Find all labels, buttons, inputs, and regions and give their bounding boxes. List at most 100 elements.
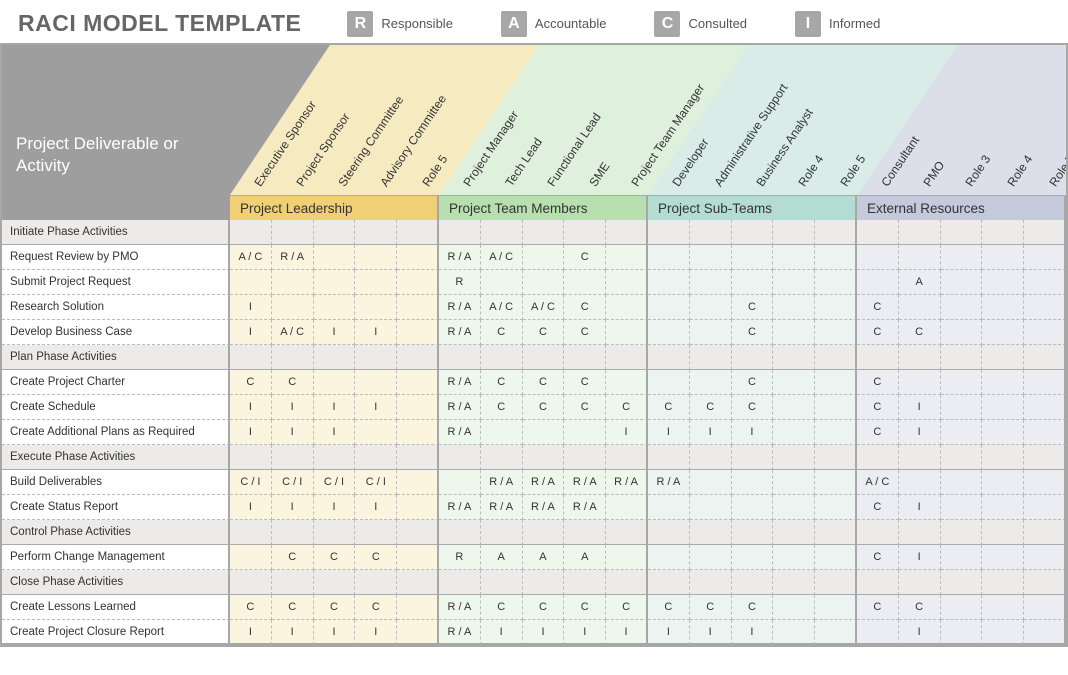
raci-cell	[606, 545, 648, 570]
raci-cell	[397, 545, 439, 570]
raci-cell	[606, 270, 648, 295]
raci-cell	[982, 420, 1024, 445]
raci-cell	[941, 520, 983, 545]
raci-cell: C	[523, 595, 565, 620]
raci-cell	[1024, 220, 1066, 245]
raci-cell	[899, 220, 941, 245]
data-row: Submit Project RequestRA	[2, 270, 1066, 295]
raci-cell	[1024, 445, 1066, 470]
raci-cell	[564, 345, 606, 370]
raci-cell: C	[899, 595, 941, 620]
raci-cell: I	[899, 545, 941, 570]
raci-cell: I	[314, 320, 356, 345]
raci-cell	[481, 345, 523, 370]
data-row: Create Lessons LearnedCCCCR / ACCCCCCCCC	[2, 595, 1066, 620]
raci-cell	[606, 570, 648, 595]
activity-label: Create Additional Plans as Required	[2, 420, 230, 445]
raci-cell	[941, 295, 983, 320]
legend-item: C Consulted	[654, 11, 747, 37]
raci-cell: C	[230, 370, 272, 395]
raci-cell	[439, 345, 481, 370]
raci-cell	[1024, 370, 1066, 395]
raci-cell	[648, 345, 690, 370]
raci-cell	[857, 520, 899, 545]
raci-cell	[982, 595, 1024, 620]
raci-cell: I	[230, 620, 272, 645]
group-header: Project Leadership	[230, 195, 439, 220]
raci-cell: C	[564, 395, 606, 420]
raci-cell: I	[272, 620, 314, 645]
raci-cell	[857, 220, 899, 245]
raci-cell: I	[648, 420, 690, 445]
raci-cell	[732, 470, 774, 495]
raci-cell	[815, 420, 857, 445]
raci-cell	[439, 520, 481, 545]
legend-label: Consulted	[688, 16, 747, 31]
raci-cell: C	[355, 545, 397, 570]
raci-cell: I	[732, 420, 774, 445]
raci-cell	[815, 395, 857, 420]
legend-label: Accountable	[535, 16, 607, 31]
raci-cell	[564, 420, 606, 445]
raci-cell	[397, 445, 439, 470]
raci-cell	[564, 520, 606, 545]
raci-cell	[773, 220, 815, 245]
raci-cell	[1024, 520, 1066, 545]
activity-label: Plan Phase Activities	[2, 345, 230, 370]
raci-cell: C	[230, 595, 272, 620]
raci-cell	[564, 570, 606, 595]
data-row: Create ScheduleIIIIR / ACCCCCCCCI	[2, 395, 1066, 420]
raci-cell	[523, 270, 565, 295]
raci-cell: R / A	[648, 470, 690, 495]
raci-cell	[397, 595, 439, 620]
raci-cell: I	[230, 320, 272, 345]
raci-cell	[314, 370, 356, 395]
raci-cell: C	[272, 595, 314, 620]
raci-cell: C	[564, 595, 606, 620]
grid-header: Project Deliverable or Activity Executiv…	[2, 45, 1066, 220]
data-row: Create Project Closure ReportIIIIR / AII…	[2, 620, 1066, 645]
data-row: Request Review by PMOA / CR / AR / AA / …	[2, 245, 1066, 270]
activity-label: Create Project Charter	[2, 370, 230, 395]
raci-cell	[899, 295, 941, 320]
raci-cell	[606, 445, 648, 470]
raci-cell	[523, 420, 565, 445]
raci-cell	[355, 420, 397, 445]
raci-cell	[773, 420, 815, 445]
raci-cell	[481, 270, 523, 295]
raci-cell	[690, 245, 732, 270]
raci-cell	[272, 520, 314, 545]
raci-cell: C	[606, 595, 648, 620]
legend-label: Responsible	[381, 16, 453, 31]
activity-label: Initiate Phase Activities	[2, 220, 230, 245]
raci-cell	[397, 245, 439, 270]
legend-code: I	[795, 11, 821, 37]
raci-cell	[355, 570, 397, 595]
activity-label: Develop Business Case	[2, 320, 230, 345]
raci-cell	[982, 270, 1024, 295]
raci-cell	[648, 295, 690, 320]
raci-cell	[982, 245, 1024, 270]
raci-cell	[815, 445, 857, 470]
raci-cell	[815, 345, 857, 370]
raci-cell: R / A	[481, 495, 523, 520]
raci-cell: C / I	[314, 470, 356, 495]
raci-cell	[982, 320, 1024, 345]
section-row: Close Phase Activities	[2, 570, 1066, 595]
activity-label: Build Deliverables	[2, 470, 230, 495]
raci-cell: C	[732, 595, 774, 620]
raci-cell: C / I	[355, 470, 397, 495]
raci-cell	[230, 445, 272, 470]
raci-cell	[481, 570, 523, 595]
raci-cell: I	[899, 495, 941, 520]
raci-cell: R / A	[272, 245, 314, 270]
data-row: Create Project CharterCCR / ACCCCC	[2, 370, 1066, 395]
raci-cell	[272, 345, 314, 370]
legend-code: C	[654, 11, 680, 37]
raci-cell	[1024, 295, 1066, 320]
raci-cell	[1024, 595, 1066, 620]
raci-cell: A / C	[523, 295, 565, 320]
raci-cell	[314, 245, 356, 270]
role-label: Role 3	[962, 152, 993, 189]
raci-cell	[230, 570, 272, 595]
